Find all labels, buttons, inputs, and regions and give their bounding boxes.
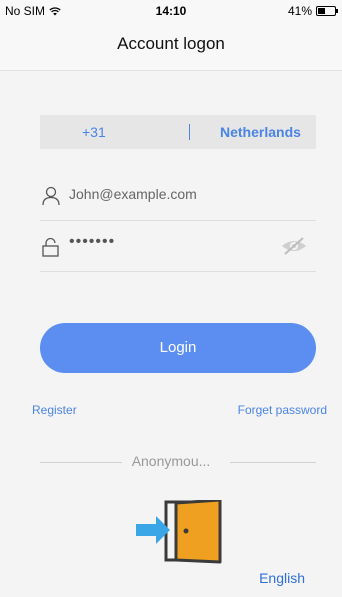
battery-icon (316, 6, 338, 16)
forget-password-link[interactable]: Forget password (238, 403, 327, 417)
battery-percent: 41% (287, 4, 312, 18)
country-name: Netherlands (220, 124, 301, 140)
battery-fill (318, 8, 325, 14)
status-right: 41% (287, 4, 338, 18)
country-code: +31 (82, 124, 106, 140)
lock-icon (42, 237, 59, 257)
navigation-bar: Account logon (0, 22, 342, 71)
user-icon (42, 186, 60, 206)
account-field[interactable]: John@example.com (40, 170, 316, 221)
language-selector[interactable]: English (259, 570, 305, 586)
status-bar: No SIM 14:10 41% (0, 0, 342, 22)
anonymous-door-icon[interactable] (136, 500, 222, 564)
eye-hidden-icon[interactable] (280, 235, 308, 257)
login-button[interactable]: Login (40, 323, 316, 373)
anonymous-login-label[interactable]: Anonymou... (0, 453, 342, 469)
account-input-value[interactable]: John@example.com (69, 186, 197, 202)
password-input-value[interactable]: ••••••• (69, 233, 115, 251)
register-link[interactable]: Register (32, 403, 77, 417)
page-title: Account logon (117, 34, 225, 53)
password-field[interactable]: ••••••• (40, 221, 316, 272)
country-divider (189, 124, 190, 140)
country-selector[interactable]: +31 Netherlands (40, 115, 316, 149)
